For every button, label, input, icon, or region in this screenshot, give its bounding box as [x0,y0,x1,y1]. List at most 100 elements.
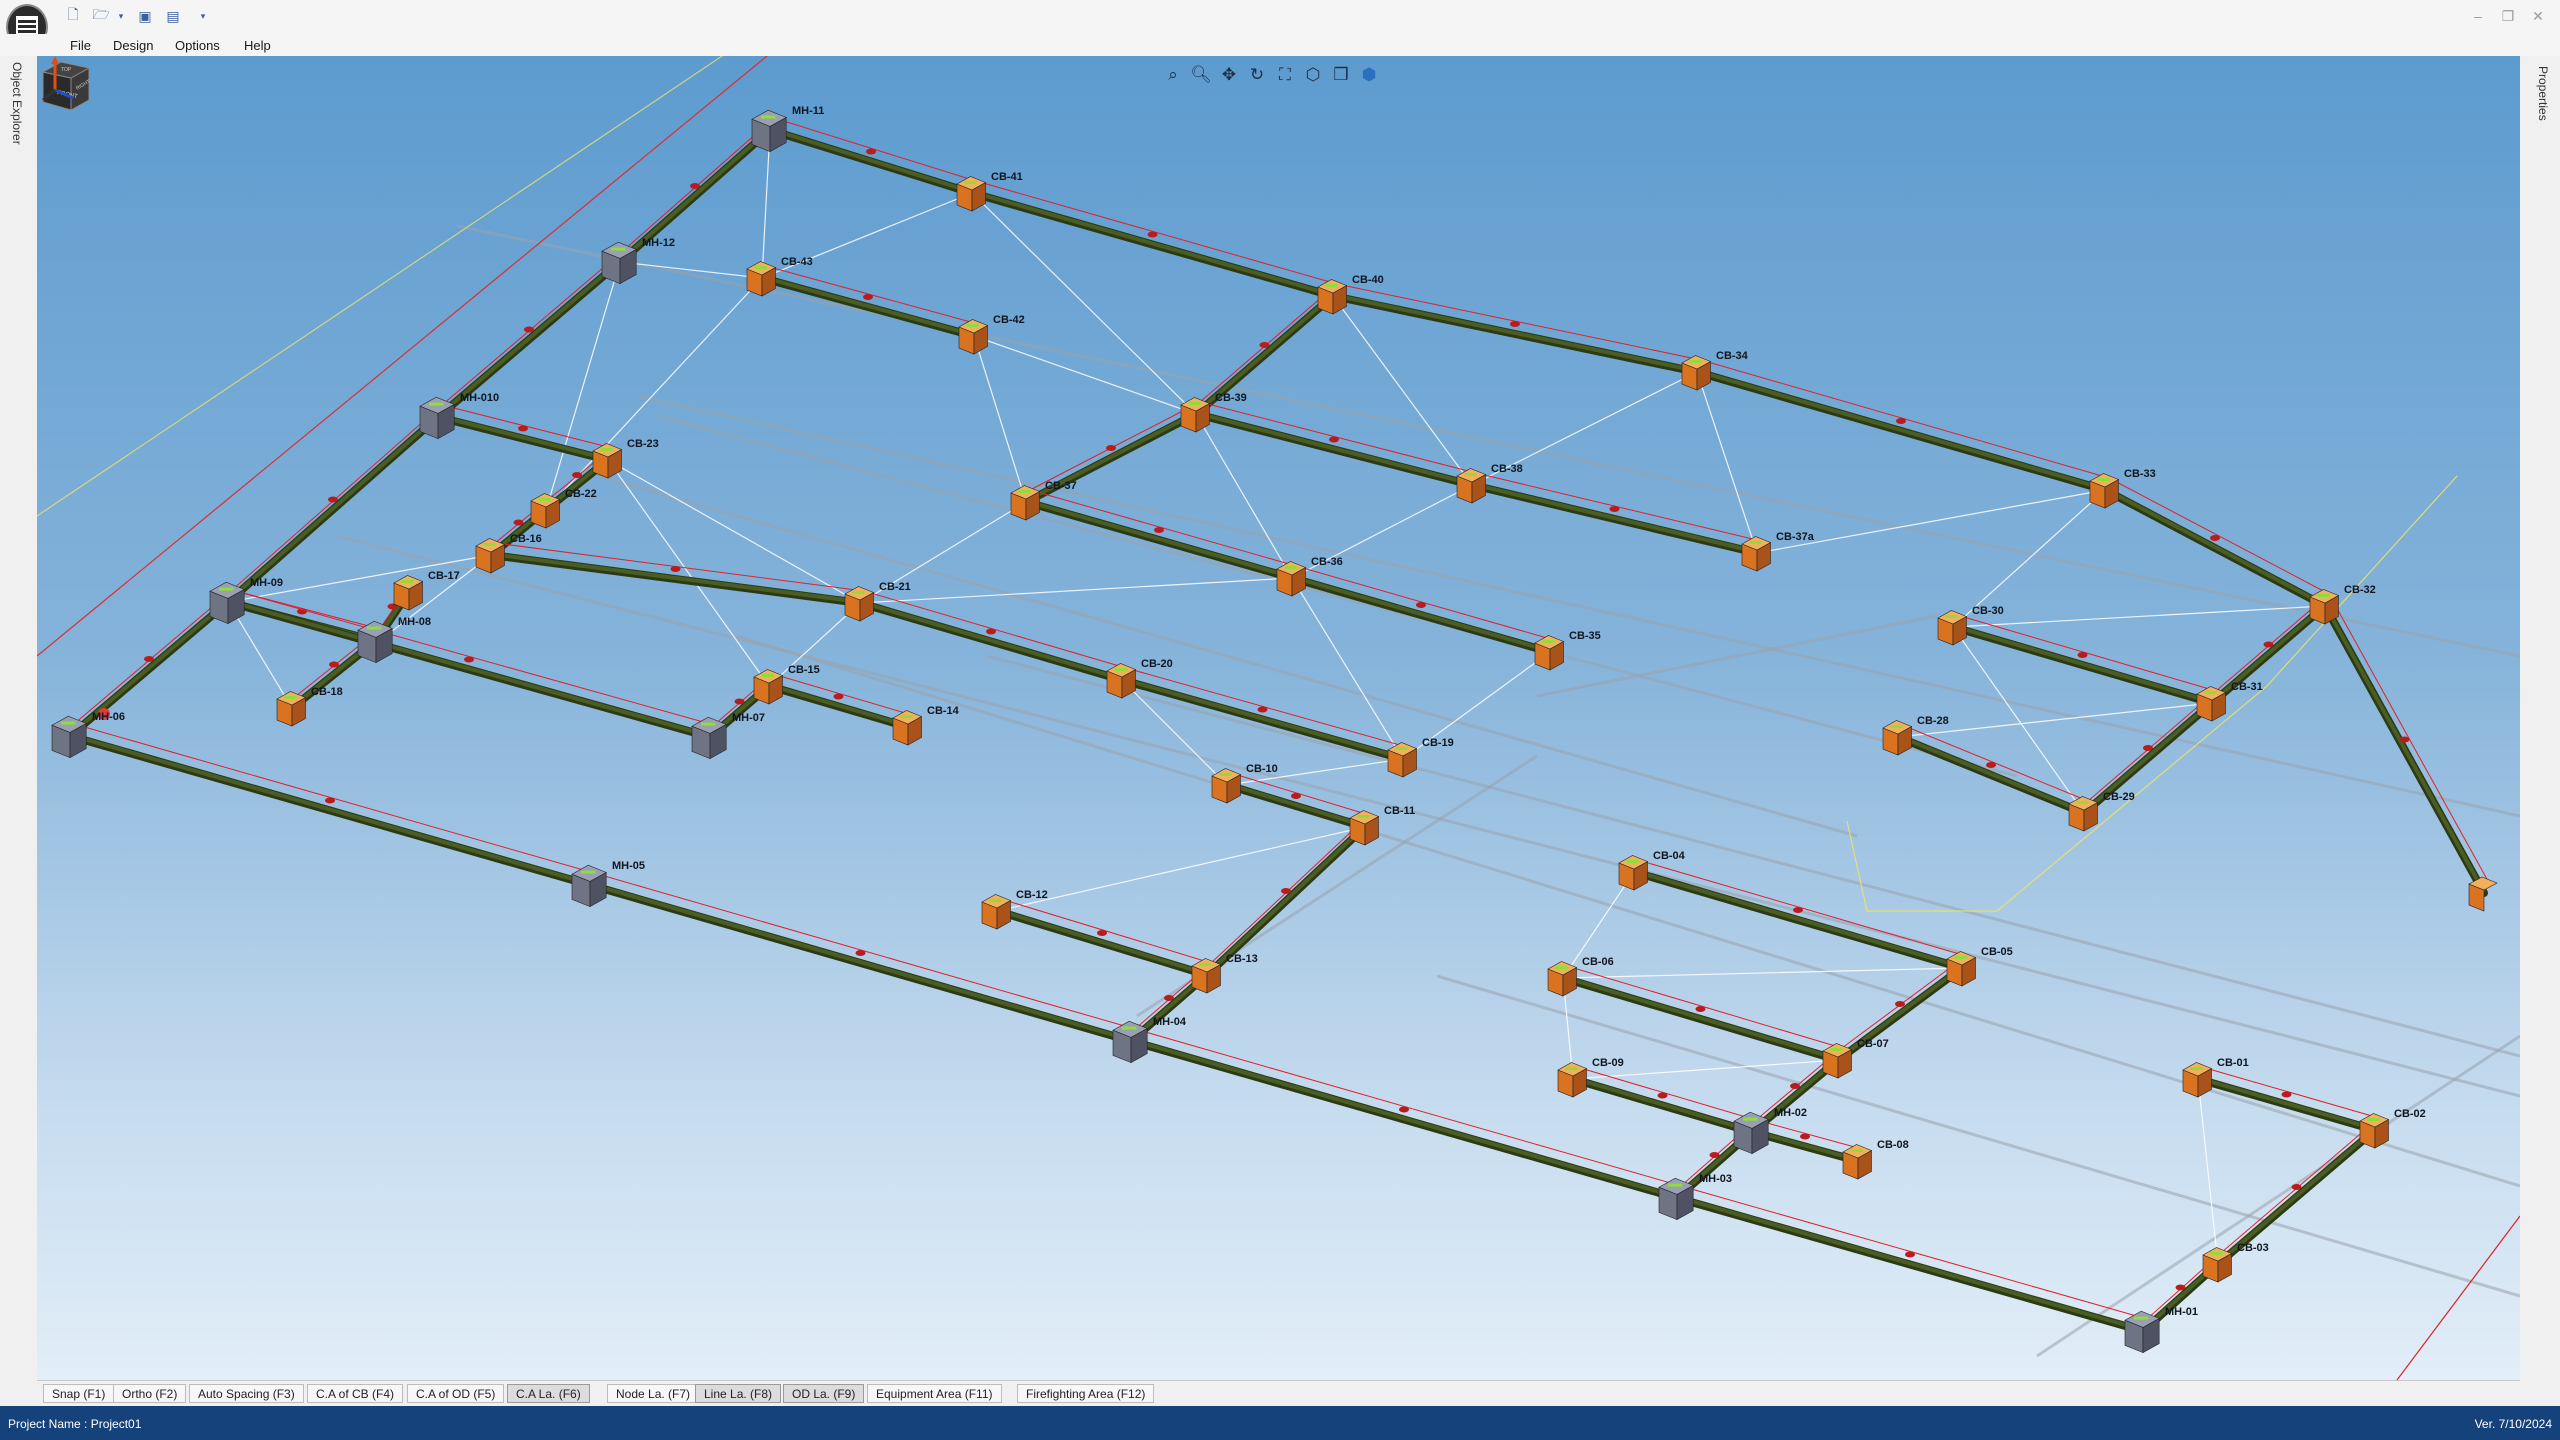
manhole-node[interactable] [1658,1177,1694,1221]
ca-of-od-toggle[interactable]: C.A of OD (F5) [407,1384,505,1403]
properties-tab[interactable]: Properties [2536,66,2550,121]
manhole-node[interactable] [51,715,87,759]
catch-basin-node[interactable] [1937,610,1968,646]
manhole-node[interactable] [2124,1310,2160,1354]
flow-arrow-marker [863,294,873,300]
catch-basin-node[interactable] [2202,1247,2233,1283]
catch-basin-node[interactable] [981,894,1012,930]
open-dropdown-icon[interactable]: ▾ [112,7,130,25]
catch-basin-node[interactable] [2468,876,2498,912]
save-icon[interactable]: ▣ [136,7,154,25]
node-label-toggle[interactable]: Node La. (F7) [607,1384,700,1403]
catch-basin-node[interactable] [2309,589,2340,625]
catch-basin-node[interactable] [1842,1144,1873,1180]
drainage-network-scene[interactable]: MH-11 MH-12 MH-010 MH-09 MH-08 MH-06 MH-07 MH-0… [37,56,2520,1380]
ca-label-toggle[interactable]: C.A La. (F6) [507,1384,590,1403]
manhole-node[interactable] [751,109,787,153]
catch-basin-node[interactable] [592,443,623,479]
ortho-toggle[interactable]: Ortho (F2) [113,1384,187,1403]
snap-toggle[interactable]: Snap (F1) [43,1384,115,1403]
new-file-icon[interactable]: 🗋 [64,6,82,25]
catch-basin-node[interactable] [956,176,987,212]
object-explorer-tab[interactable]: Object Explorer [10,62,24,145]
catch-basin-node[interactable] [1547,961,1578,997]
manhole-node[interactable] [571,864,607,908]
catch-basin-node[interactable] [2068,796,2099,832]
pipe-offset-line [623,117,775,251]
close-icon[interactable]: ✕ [2528,8,2548,25]
node-label: CB-30 [1972,605,2004,617]
node-label: CB-41 [991,171,1023,183]
iso-view-icon[interactable]: ⬡ [1302,64,1324,86]
catch-basin-node[interactable] [1618,855,1649,891]
line-label-toggle[interactable]: Line La. (F8) [695,1384,782,1403]
catch-basin-node[interactable] [393,575,424,611]
catch-basin-node[interactable] [1741,536,1772,572]
menu-help[interactable]: Help [244,38,271,53]
menu-file[interactable]: File [70,38,91,53]
catch-basin-node[interactable] [892,710,923,746]
zoom-window-icon[interactable]: ⌕ [1162,64,1184,86]
manhole-node[interactable] [691,716,727,760]
open-folder-icon[interactable]: 🗁 [92,6,110,25]
catch-basin-node[interactable] [1946,951,1977,987]
catch-basin-node[interactable] [1387,742,1418,778]
zoom-extents-icon[interactable]: ⛶ [1274,64,1296,86]
save-as-icon[interactable]: ▤ [164,7,182,25]
catch-basin-node[interactable] [1106,663,1137,699]
catch-basin-node[interactable] [1557,1062,1588,1098]
boundary-line [37,56,768,657]
manhole-node[interactable] [419,396,455,440]
od-label-toggle[interactable]: OD La. (F9) [783,1384,865,1403]
restore-icon[interactable]: ❐ [2498,8,2518,25]
catch-basin-node[interactable] [746,261,777,297]
menu-options[interactable]: Options [175,38,220,53]
catch-basin-node[interactable] [475,538,506,574]
catch-basin-node[interactable] [1882,720,1913,756]
wireframe-view-icon[interactable]: ⬢ [1358,64,1380,86]
quick-access-dropdown-icon[interactable]: ▾ [194,7,212,25]
catch-basin-node[interactable] [530,493,561,529]
catch-basin-node[interactable] [1534,635,1565,671]
node-label: CB-38 [1491,463,1523,475]
pipe-highlight [1562,975,1839,1061]
catch-basin-node[interactable] [1317,279,1348,315]
catch-basin-node[interactable] [276,691,307,727]
manhole-node[interactable] [357,620,393,664]
catch-basin-node[interactable] [2196,686,2227,722]
node-label: CB-08 [1877,1139,1909,1151]
catch-basin-node[interactable] [1349,810,1380,846]
pan-icon[interactable]: ✥ [1218,64,1240,86]
catch-basin-node[interactable] [1191,958,1222,994]
node-label: CB-03 [2237,1242,2269,1254]
catch-basin-node[interactable] [2182,1062,2213,1098]
catch-basin-node[interactable] [2089,473,2120,509]
equipment-area-toggle[interactable]: Equipment Area (F11) [867,1384,1002,1403]
catch-basin-node[interactable] [1822,1043,1853,1079]
rotate-icon[interactable]: ↻ [1246,64,1268,86]
3d-viewport[interactable]: MH-11 MH-12 MH-010 MH-09 MH-08 MH-06 MH-07 MH-0… [37,56,2520,1380]
minimize-icon[interactable]: – [2468,8,2488,24]
box-view-icon[interactable]: ❒ [1330,64,1352,86]
ca-of-cb-toggle[interactable]: C.A of CB (F4) [307,1384,404,1403]
manhole-node[interactable] [1733,1111,1769,1155]
catch-basin-node[interactable] [1211,768,1242,804]
manhole-node[interactable] [1112,1020,1148,1064]
catch-basin-node[interactable] [2359,1113,2390,1149]
firefighting-area-toggle[interactable]: Firefighting Area (F12) [1017,1384,1155,1403]
catch-basin-node[interactable] [1456,468,1487,504]
catch-basin-node[interactable] [958,319,989,355]
pipe-offset-line [1475,472,1762,542]
boundary-line [2396,1215,2520,1380]
zoom-icon[interactable]: 🔍︎ [1190,64,1212,86]
catch-basin-node[interactable] [753,669,784,705]
catch-basin-node[interactable] [1681,355,1712,391]
catch-basin-node[interactable] [1180,397,1211,433]
catch-basin-node[interactable] [844,586,875,622]
auto-spacing-toggle[interactable]: Auto Spacing (F3) [189,1384,304,1403]
manhole-node[interactable] [209,581,245,625]
catch-basin-node[interactable] [1276,561,1307,597]
menu-design[interactable]: Design [113,38,153,53]
manhole-node[interactable] [601,241,637,285]
catch-basin-node[interactable] [1010,485,1041,521]
